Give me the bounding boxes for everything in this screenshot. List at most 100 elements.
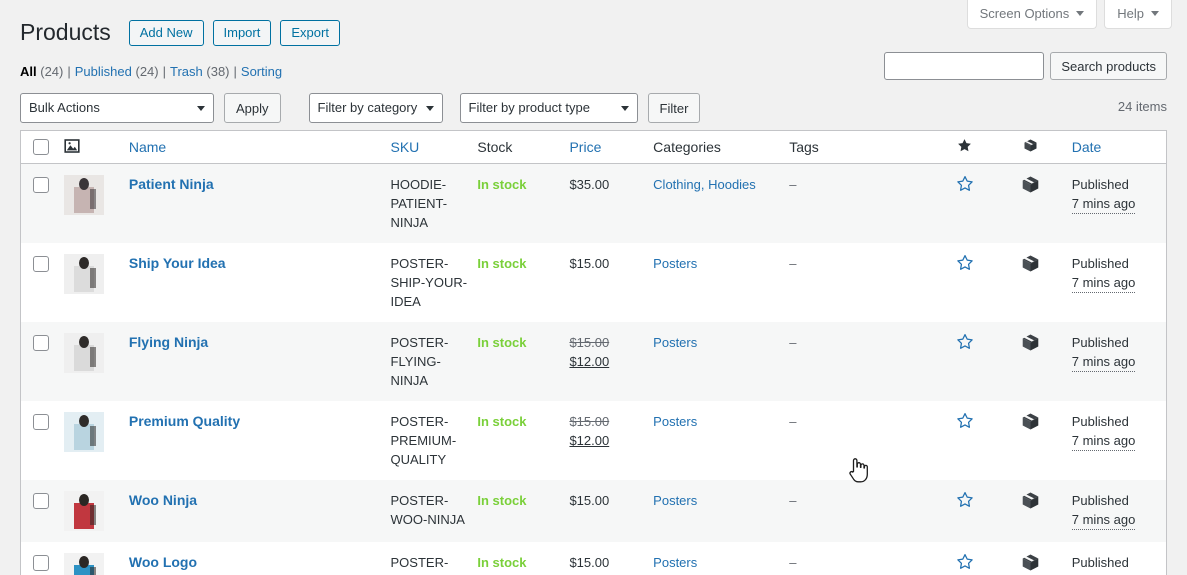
row-checkbox[interactable] [33,555,49,571]
product-thumbnail[interactable] [64,553,105,575]
sort-by-date-link[interactable]: Date [1072,139,1102,155]
help-label: Help [1117,6,1144,21]
select-all-checkbox[interactable] [33,138,49,155]
product-price-cell: $15.00 [559,243,644,322]
table-header-row: Name SKU Stock Price Categories Tags Dat… [20,130,1167,164]
filter-by-product-type-select[interactable]: Filter by product type [459,93,638,123]
table-head: Name SKU Stock Price Categories Tags Dat… [20,130,1167,164]
screen-options-button[interactable]: Screen Options [966,0,1098,29]
product-stock-cell: In stock [467,542,560,575]
product-type-cell [998,322,1062,401]
featured-star-icon[interactable] [956,491,974,514]
help-button[interactable]: Help [1104,0,1172,29]
date-relative: 7 mins ago [1071,194,1136,214]
featured-star-icon[interactable] [956,412,974,435]
product-sku: POSTER-SHIP-YOUR-IDEA [390,256,468,309]
column-header-name: Name [118,130,381,164]
package-icon [1021,175,1040,199]
price-regular: $15.00 [569,493,610,508]
row-checkbox[interactable] [33,177,49,193]
product-stock-cell: In stock [467,322,560,401]
product-name-link[interactable]: Patient Ninja [129,176,214,192]
product-name-cell: Woo Ninja [118,480,381,542]
featured-star-icon[interactable] [956,175,974,198]
product-type-cell [998,542,1062,575]
product-featured-cell [930,401,999,480]
product-thumbnail[interactable] [64,333,105,373]
category-link[interactable]: Posters [653,256,697,271]
status-count-published: (24) [135,64,159,79]
product-stock-cell: In stock [467,401,560,480]
category-link[interactable]: Posters [653,493,697,508]
product-name-link[interactable]: Ship Your Idea [129,255,226,271]
product-sku-cell: POSTER-WOO-LOGO [380,542,468,575]
category-link[interactable]: Posters [653,555,697,570]
apply-button[interactable]: Apply [224,93,281,123]
status-link-all[interactable]: All [20,64,37,79]
search-box: Search products [884,52,1167,80]
export-button[interactable]: Export [280,19,340,46]
product-thumbnail[interactable] [64,175,105,215]
product-thumbnail[interactable] [64,254,105,294]
category-link[interactable]: Posters [653,414,697,429]
status-link-published[interactable]: Published [75,64,132,79]
product-price-cell: $35.00 [559,163,644,243]
column-header-select-all [20,130,59,164]
status-link-sorting[interactable]: Sorting [241,64,282,79]
product-tags: – [789,256,797,271]
product-name-cell: Patient Ninja [118,163,381,243]
product-name-link[interactable]: Premium Quality [129,413,240,429]
product-date-cell: Published7 mins ago [1061,243,1167,322]
featured-star-icon[interactable] [956,333,974,356]
product-date-cell: Published7 mins ago [1061,542,1167,575]
search-products-button[interactable]: Search products [1050,52,1167,80]
sort-by-name-link[interactable]: Name [129,139,166,155]
product-name-link[interactable]: Flying Ninja [129,334,208,350]
product-featured-cell [930,163,999,243]
featured-star-icon[interactable] [956,553,974,575]
category-link[interactable]: Posters [653,335,697,350]
page-title: Products [20,19,111,45]
stock-status: In stock [477,555,527,570]
product-thumbnail-cell [58,322,119,401]
product-tags-cell: – [779,542,931,575]
date-relative: 7 mins ago [1071,431,1136,451]
row-select-cell [20,322,59,401]
category-link[interactable]: Clothing, Hoodies [653,177,756,192]
table-row: Ship Your Idea POSTER-SHIP-YOUR-IDEA In st… [20,243,1167,322]
sort-by-price-link[interactable]: Price [569,139,601,155]
filter-button[interactable]: Filter [647,93,701,123]
status-count-all: (24) [40,64,64,79]
sort-by-sku-link[interactable]: SKU [391,139,420,155]
import-button[interactable]: Import [212,19,272,46]
row-checkbox[interactable] [33,493,49,509]
add-new-button[interactable]: Add New [128,19,204,46]
column-header-featured [930,130,999,164]
column-header-product-type [998,130,1062,164]
product-thumbnail-cell [58,163,119,243]
row-checkbox[interactable] [33,414,49,430]
image-icon [64,138,80,157]
table-body: Patient Ninja HOODIE-PATIENT-NINJA In stoc… [20,163,1167,575]
product-thumbnail[interactable] [64,491,105,531]
product-thumbnail[interactable] [64,412,105,452]
bulk-actions-select[interactable]: Bulk Actions [20,93,214,123]
filter-by-category-select[interactable]: Filter by category [308,93,443,123]
row-checkbox[interactable] [33,335,49,351]
product-categories-cell: Posters [643,243,780,322]
product-sku-cell: HOODIE-PATIENT-NINJA [380,163,468,243]
product-name-link[interactable]: Woo Logo [129,554,197,570]
search-input[interactable] [884,52,1045,80]
row-checkbox[interactable] [33,256,49,272]
product-sku-cell: POSTER-PREMIUM-QUALITY [380,401,468,480]
price-regular: $15.00 [569,555,610,570]
product-price-cell: $15.00 [559,542,644,575]
product-featured-cell [930,542,999,575]
product-name-link[interactable]: Woo Ninja [129,492,197,508]
product-name-cell: Flying Ninja [118,322,381,401]
product-tags-cell: – [779,243,931,322]
column-header-categories: Categories [643,130,780,164]
screen-options-label: Screen Options [979,6,1070,21]
status-link-trash[interactable]: Trash [170,64,203,79]
featured-star-icon[interactable] [956,254,974,277]
